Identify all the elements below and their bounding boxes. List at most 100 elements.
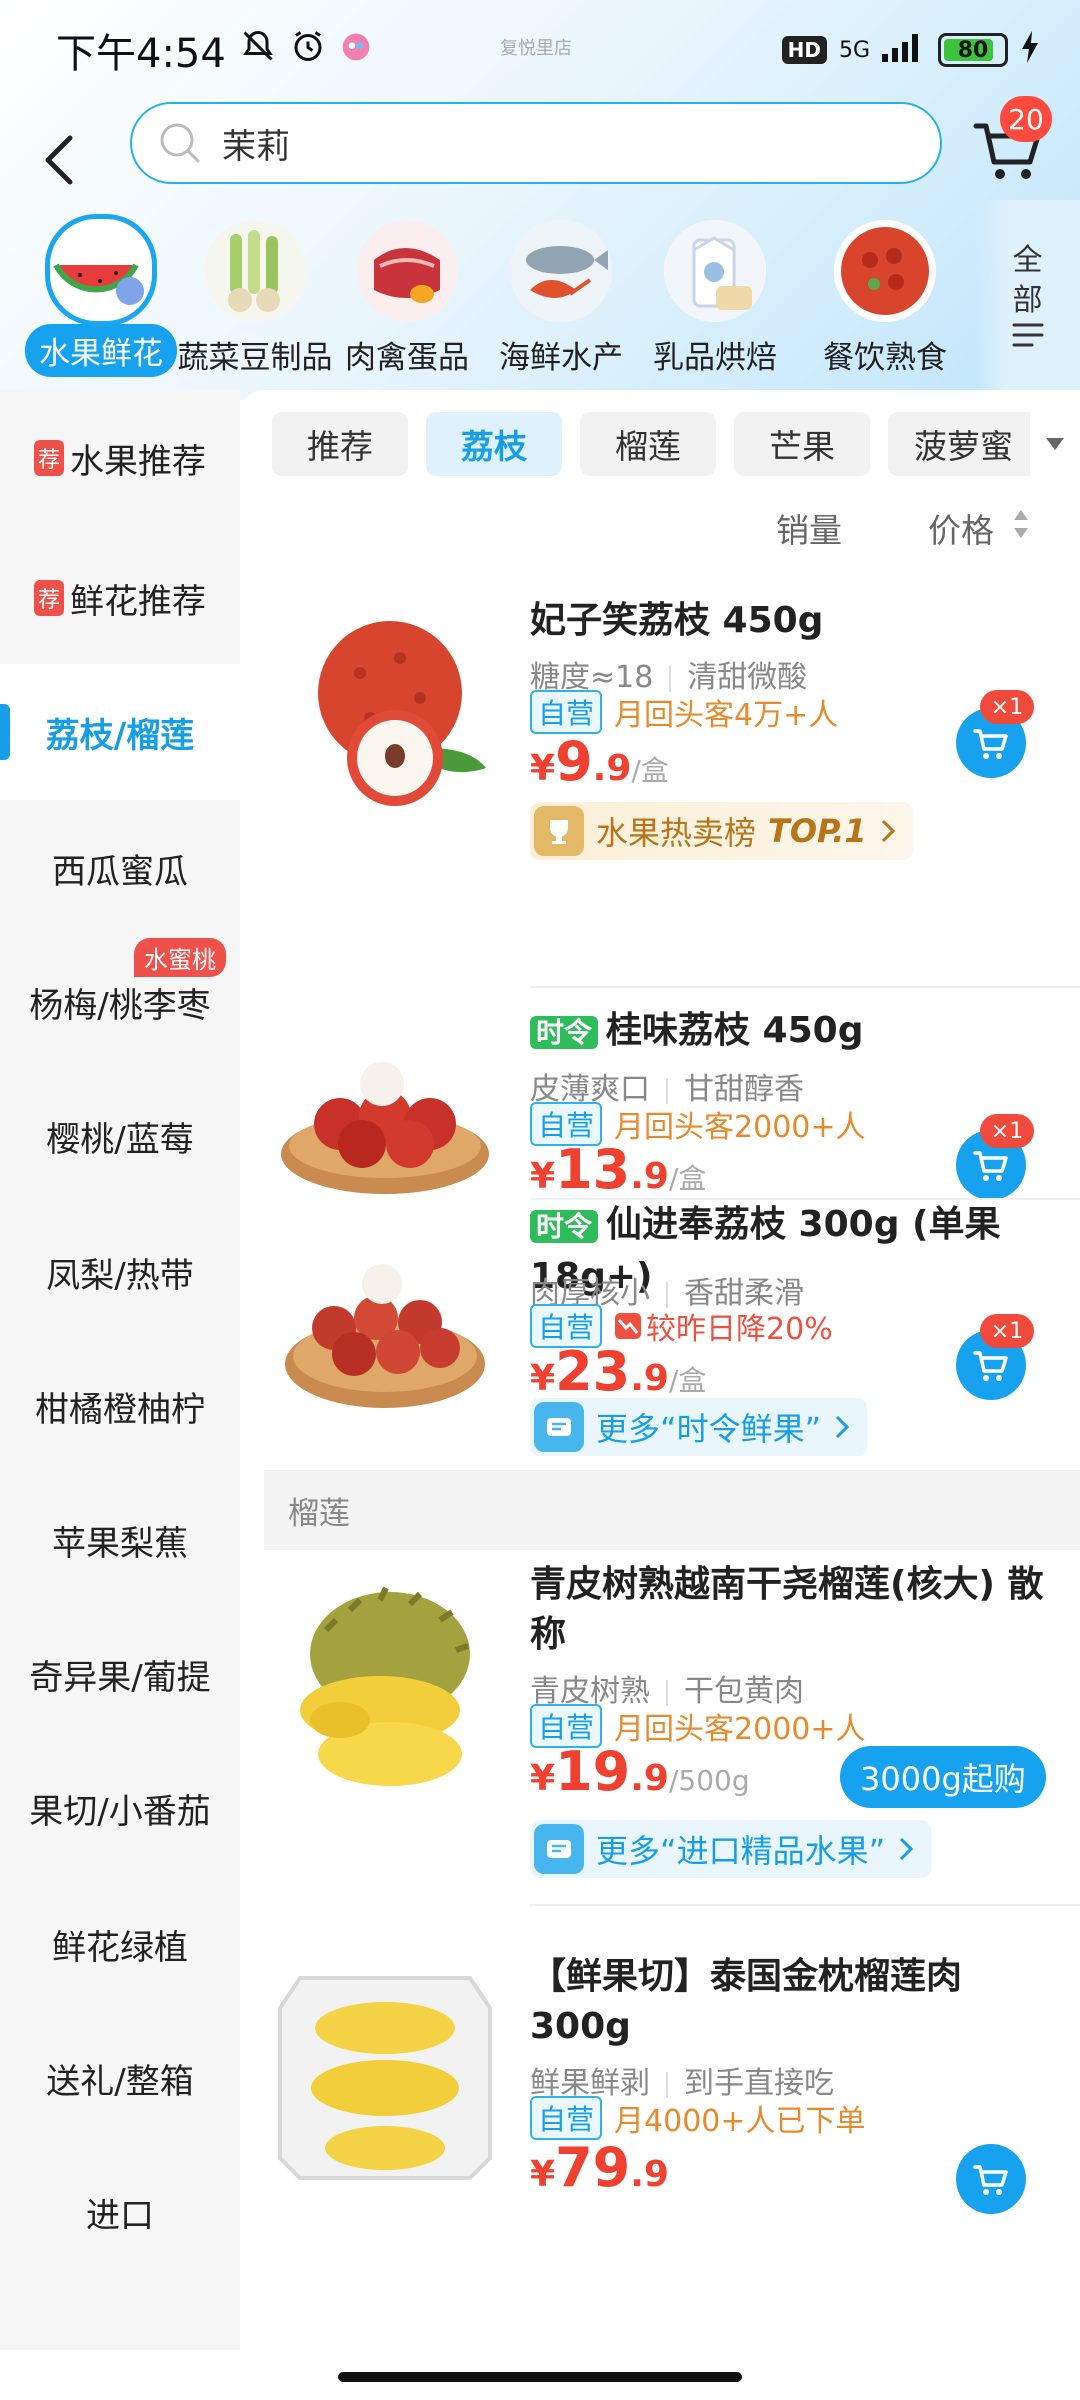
more-imported-link[interactable]: 更多“进口精品水果”: [530, 1820, 932, 1878]
search-input[interactable]: 茉莉: [130, 102, 942, 184]
rank-text: 水果热卖榜: [596, 814, 757, 852]
sidebar-item-lychee-durian[interactable]: 荔枝/榴莲: [0, 664, 240, 800]
tab-recommend[interactable]: 推荐: [272, 412, 408, 476]
trophy-icon: [534, 806, 584, 856]
product-price: ¥79.9: [530, 2136, 669, 2199]
sidebar-item-bayberry-peach[interactable]: 水蜜桃 杨梅/桃李枣: [0, 934, 240, 1070]
chevron-right-icon: [881, 819, 895, 843]
sidebar-item-label: 送礼/整箱: [46, 2061, 194, 2102]
cart-icon: [973, 2165, 1008, 2195]
category-item[interactable]: 海鲜水产: [476, 210, 646, 390]
sidebar-item-label: 鲜花绿植: [52, 1927, 188, 1968]
sidebar-badge: 水蜜桃: [134, 938, 226, 977]
sidebar-item-cut-fruit-tomato[interactable]: 果切/小番茄: [0, 1740, 240, 1876]
price-integer: 23: [555, 1340, 631, 1403]
price-currency: ¥: [530, 1358, 556, 1399]
sidebar-item-flower-recommend[interactable]: 荐 鲜花推荐: [0, 530, 240, 666]
tab-jackfruit[interactable]: 菠萝蜜: [888, 412, 1032, 476]
price-currency: ¥: [530, 2154, 556, 2195]
self-operated-tag: 自营: [530, 2096, 603, 2140]
category-image-cooked-food: [834, 220, 936, 322]
back-button[interactable]: [0, 110, 120, 210]
price-decimal: .9: [630, 1156, 669, 1197]
divider: [530, 1904, 1080, 1906]
category-item[interactable]: 餐饮熟食: [800, 210, 970, 390]
tabs-expand-button[interactable]: [1030, 412, 1080, 476]
more-seasonal-link[interactable]: 更多“时令鲜果”: [530, 1398, 868, 1456]
sidebar-item-fruit-recommend[interactable]: 荐 水果推荐: [0, 390, 240, 526]
status-center-text: 复悦里店: [500, 38, 572, 59]
cart-count-badge: 20: [1000, 96, 1052, 142]
sidebar-item-label: 进口: [86, 2195, 154, 2236]
mute-bell-icon: [240, 28, 276, 73]
sidebar-item-label: 果切/小番茄: [29, 1791, 211, 1832]
price-currency: ¥: [530, 1758, 556, 1799]
sidebar-item-cherry-blueberry[interactable]: 樱桃/蓝莓: [0, 1068, 240, 1204]
category-item[interactable]: 肉禽蛋品: [322, 210, 492, 390]
sidebar-item-flowers-plants[interactable]: 鲜花绿植: [0, 1876, 240, 2012]
status-left: 下午4:54: [56, 21, 372, 79]
sidebar-item-pineapple-tropical[interactable]: 凤梨/热带: [0, 1204, 240, 1340]
category-label: 水果鲜花: [25, 324, 177, 377]
category-item[interactable]: 蔬菜豆制品: [170, 210, 340, 390]
all-categories-button[interactable]: 全 部: [975, 200, 1080, 390]
category-label: 乳品烘焙: [653, 340, 777, 376]
category-item[interactable]: 乳品烘焙: [630, 210, 800, 390]
sort-by-price[interactable]: 价格: [928, 504, 994, 552]
price-integer: 13: [555, 1138, 631, 1201]
product-image-durian: [300, 1586, 470, 1786]
price-unit: /盒: [631, 754, 669, 787]
product-price: ¥23.9/盒: [530, 1340, 706, 1403]
self-operated-tag: 自营: [530, 690, 603, 734]
alarm-icon: [290, 28, 326, 73]
search-icon: [160, 123, 200, 163]
sidebar-item-apple-pear-banana[interactable]: 苹果梨蕉: [0, 1472, 240, 1608]
product-card[interactable]: 时令 桂味荔枝 450g 皮薄爽口 甘甜醇香 自营 月回头客2000+人 ¥13.9…: [240, 990, 1080, 1201]
price-decimal: .9: [630, 2154, 669, 2195]
tab-lychee[interactable]: 荔枝: [426, 412, 562, 476]
sort-by-sales[interactable]: 销量: [776, 504, 842, 552]
sidebar-item-kiwi-grape[interactable]: 奇异果/葡提: [0, 1606, 240, 1742]
cart-qty-badge: ×1: [980, 1314, 1034, 1348]
category-item[interactable]: 水果鲜花: [16, 210, 186, 390]
monthly-orders-tag: 月4000+人已下单: [614, 2104, 866, 2139]
sidebar-item-label: 西瓜蜜瓜: [52, 851, 188, 892]
sidebar-item-melon[interactable]: 西瓜蜜瓜: [0, 800, 240, 936]
back-arrow-icon: [45, 135, 73, 185]
tab-durian[interactable]: 榴莲: [580, 412, 716, 476]
price-unit: /盒: [668, 1162, 707, 1195]
sidebar-item-citrus[interactable]: 柑橘橙柚柠: [0, 1338, 240, 1474]
hot-rank-link[interactable]: 水果热卖榜 TOP.1: [530, 802, 913, 860]
category-label: 餐饮熟食: [823, 340, 947, 376]
product-card[interactable]: 青皮树熟越南干尧榴莲(核大) 散称 青皮树熟 干包黄肉 自营 月回头客2000+人…: [240, 1560, 1080, 1906]
home-indicator[interactable]: [338, 2372, 742, 2382]
all-label-2: 部: [1012, 283, 1043, 318]
triangle-down-icon: [1046, 438, 1064, 450]
battery-icon: 80: [938, 33, 1008, 67]
divider: [530, 986, 1080, 988]
sidebar-item-label: 樱桃/蓝莓: [46, 1119, 194, 1160]
product-card[interactable]: 妃子笑荔枝 450g 糖度≈18 清甜微酸 自营 月回头客4万+人 ¥9.9/盒 …: [240, 580, 1080, 990]
sidebar-item-gift-box[interactable]: 送礼/整箱: [0, 2010, 240, 2146]
cart-qty-badge: ×1: [980, 1114, 1034, 1148]
chevron-right-icon: [836, 1415, 850, 1439]
more-text: 更多“进口精品水果”: [596, 1832, 886, 1870]
sidebar-item-imported[interactable]: 进口: [0, 2144, 240, 2280]
category-image-watermelon: [45, 214, 157, 326]
recommend-tag: 荐: [33, 580, 64, 616]
min-purchase-button[interactable]: 3000g起购: [840, 1746, 1046, 1808]
recommend-tag: 荐: [33, 440, 64, 476]
product-title: 【鲜果切】泰国金枕榴莲肉300g: [530, 1956, 963, 2047]
price-integer: 19: [555, 1740, 631, 1803]
product-card[interactable]: 时令 仙进奉荔枝 300g (单果18g+) 肉厚核小 香甜柔滑 自营 较昨日降20…: [240, 1200, 1080, 1465]
charging-icon: [1020, 31, 1040, 69]
tab-mango[interactable]: 芒果: [734, 412, 870, 476]
add-to-cart-button[interactable]: [956, 2144, 1026, 2214]
category-image-dairy: [664, 220, 766, 322]
sort-row: 销量 价格: [240, 490, 1080, 560]
category-label: 蔬菜豆制品: [177, 340, 333, 376]
all-label-1: 全: [1012, 243, 1043, 278]
product-card[interactable]: 【鲜果切】泰国金枕榴莲肉300g 鲜果鲜剥 到手直接吃 自营 月4000+人已下单…: [240, 1950, 1080, 2350]
signal-icon: [882, 32, 926, 68]
product-panel: 推荐 荔枝 榴莲 芒果 菠萝蜜 销量 价格 妃子笑荔枝 450g 糖度≈18 清甜…: [240, 390, 1080, 2350]
